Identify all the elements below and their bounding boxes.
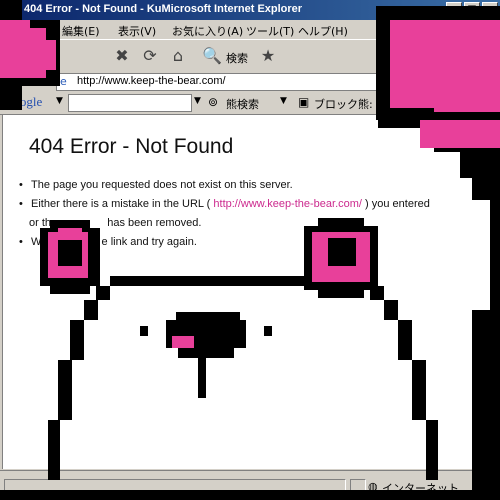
refresh-icon[interactable]: ⟳ — [140, 46, 160, 66]
error-line-4-start: W — [31, 236, 42, 248]
google-logo[interactable]: Google — [4, 94, 42, 110]
menu-edit[interactable]: 編集(E) — [62, 23, 100, 39]
page-icon: e — [60, 75, 67, 88]
status-bar: ◍ インターネット — [0, 470, 500, 500]
status-zone-text: インターネット — [382, 482, 459, 495]
bullet: • — [19, 179, 23, 191]
status-pane-small — [350, 479, 366, 497]
bullet: • — [19, 236, 23, 248]
home-icon[interactable]: ⌂ — [168, 46, 188, 66]
browser-window: 404 Error - Not Found - KuMicrosoft Inte… — [0, 0, 500, 500]
address-bar: e http://www.keep-the-bear.com/ — [0, 72, 500, 92]
title-bar[interactable]: 404 Error - Not Found - KuMicrosoft Inte… — [0, 0, 500, 20]
google-search-input[interactable] — [68, 94, 192, 112]
menu-help[interactable]: ヘルプ(H) — [298, 23, 348, 39]
error-line-1-text: The page you requested does not exist on… — [31, 179, 293, 191]
menu-favorites[interactable]: お気に入り(A) — [172, 23, 243, 39]
error-line-3-start: or the — [29, 217, 58, 229]
binoculars-icon: ⊚ — [208, 95, 219, 109]
address-url: http://www.keep-the-bear.com/ — [77, 75, 226, 87]
page-content: 404 Error - Not Found • The page you requ… — [2, 114, 491, 469]
popup-block-count[interactable]: ブロック熊: 105 — [314, 96, 397, 112]
google-input-dropdown-icon[interactable]: ▼ — [194, 96, 201, 106]
window-title: 404 Error - Not Found - KuMicrosoft Inte… — [24, 3, 303, 15]
toolbar: ✖ ⟳ ⌂ 🔍 検索 ★ — [0, 39, 500, 73]
google-dropdown-icon[interactable]: ▼ — [56, 96, 63, 106]
maximize-button[interactable]: □ — [464, 2, 480, 18]
favorites-star-icon[interactable]: ★ — [258, 46, 278, 66]
close-button[interactable]: × — [482, 2, 498, 18]
error-line-2: • Either there is a mistake in the URL ( … — [19, 198, 430, 210]
page-title: 404 Error - Not Found — [29, 135, 234, 158]
bear-search-button[interactable]: 熊検索 — [226, 96, 259, 112]
menu-tools[interactable]: ツール(T) — [246, 23, 294, 39]
popup-blocker-icon: ▣ — [298, 95, 310, 109]
minimize-button[interactable]: _ — [446, 2, 462, 18]
address-input[interactable]: e http://www.keep-the-bear.com/ — [56, 73, 498, 91]
search-button-label[interactable]: 検索 — [226, 50, 248, 66]
error-line-4: • W e link and try again. — [19, 236, 197, 248]
error-line-3: or the has been removed. — [29, 217, 201, 229]
search-dropdown-icon[interactable]: ▼ — [280, 96, 287, 106]
error-line-2-end: ) you entered — [365, 198, 430, 210]
menu-view[interactable]: 表示(V) — [118, 23, 156, 39]
globe-icon: ◍ — [368, 480, 378, 493]
menu-bar: 編集(E) 表示(V) お気に入り(A) ツール(T) ヘルプ(H) — [0, 20, 500, 39]
stop-icon[interactable]: ✖ — [112, 46, 132, 66]
error-line-1: • The page you requested does not exist o… — [19, 179, 293, 191]
bullet: • — [19, 198, 23, 210]
google-toolbar: Google ▼ ▼ ⊚ 熊検索 ▼ ▣ ブロック熊: 105 — [0, 92, 500, 115]
search-icon[interactable]: 🔍 — [202, 46, 222, 66]
homepage-link[interactable]: http://www.keep-the-bear.com/ — [213, 198, 362, 210]
error-line-3-end: has been removed. — [107, 217, 202, 229]
vertical-scrollbar[interactable] — [490, 114, 500, 468]
error-line-4-end: e link and try again. — [101, 236, 197, 248]
status-pane-main — [4, 479, 346, 497]
error-line-2-text: Either there is a mistake in the URL ( — [31, 198, 211, 210]
